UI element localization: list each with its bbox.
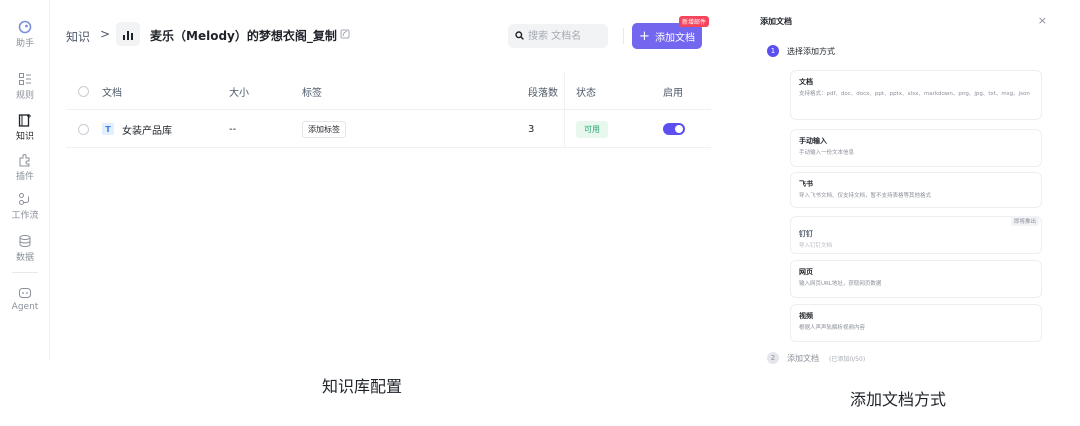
- rail-item-workflow[interactable]: 工作流: [0, 192, 50, 221]
- status-badge: 可用: [576, 120, 608, 138]
- caption-add-methods: 添加文档方式: [850, 390, 947, 409]
- rail-item-rules[interactable]: 规则: [0, 72, 50, 101]
- edit-icon[interactable]: [340, 29, 350, 39]
- left-rail: 助手 规则 知识 插件 工作流 数据 Agent: [0, 0, 50, 360]
- page-header: 知识 > 麦乐（Melody）的梦想衣阁_复制 + 添加文档 新增邮件: [50, 16, 710, 56]
- select-all-checkbox[interactable]: [78, 85, 89, 97]
- assistant-icon: [18, 20, 32, 34]
- option-feishu[interactable]: 飞书 导入飞书文档、仅支持文档，暂不支持表格等其他格式: [790, 172, 1042, 208]
- rail-item-knowledge[interactable]: 知识: [0, 113, 50, 142]
- header-divider: [623, 28, 624, 44]
- option-title: 手动输入: [799, 137, 827, 145]
- step-label: 添加文档: [787, 353, 819, 363]
- table-header-row: 文档 大小 标签 段落数 状态 启用: [66, 72, 711, 110]
- rail-item-plugin[interactable]: 插件: [0, 153, 50, 182]
- document-table: 文档 大小 标签 段落数 状态 启用 T 女装产品库 -- 添加标签 3 可用: [66, 72, 711, 148]
- option-document[interactable]: 文档 支持格式：pdf、doc、docx、ppt、pptx、xlsx、markd…: [790, 70, 1042, 120]
- add-document-label: 添加文档: [654, 32, 695, 44]
- option-title: 文档: [799, 78, 813, 86]
- step-number: 1: [767, 45, 779, 57]
- option-manual-input[interactable]: 手动输入 手动输入一份文本信息: [790, 129, 1042, 167]
- column-header-enabled: 启用: [663, 87, 683, 99]
- column-header-document: 文档: [102, 87, 122, 99]
- option-dingtalk: 即将推出 钉钉 导入钉钉文档: [790, 216, 1042, 254]
- agent-icon: [19, 288, 31, 298]
- workflow-icon: [19, 193, 29, 205]
- coming-soon-badge: 即将推出: [1010, 216, 1039, 226]
- plugin-icon: [19, 154, 30, 167]
- text-document-icon: T: [102, 123, 114, 135]
- close-icon[interactable]: ×: [1038, 14, 1047, 27]
- option-desc: 根据人声声轨解析视频内容: [799, 325, 866, 331]
- table-row[interactable]: T 女装产品库 -- 添加标签 3 可用: [66, 110, 711, 148]
- rail-label: 助手: [15, 39, 34, 49]
- option-title: 钉钉: [799, 230, 813, 238]
- rail-item-assistant[interactable]: 助手: [0, 20, 50, 49]
- column-header-status: 状态: [576, 87, 596, 99]
- bar-chart-icon: [116, 22, 140, 46]
- step-label: 选择添加方式: [787, 46, 835, 56]
- database-icon: [19, 235, 31, 248]
- search-box[interactable]: [508, 24, 608, 48]
- column-header-paragraphs: 段落数: [528, 87, 558, 99]
- option-desc: 导入飞书文档、仅支持文档，暂不支持表格等其他格式: [799, 193, 932, 199]
- new-badge: 新增邮件: [679, 16, 710, 27]
- option-desc: 导入钉钉文档: [799, 243, 833, 249]
- option-webpage[interactable]: 网页 输入网页URL地址，获取网页数据: [790, 260, 1042, 298]
- row-checkbox[interactable]: [78, 123, 89, 135]
- step-note: (已添加0/50): [829, 355, 866, 363]
- add-tag-button[interactable]: 添加标签: [302, 120, 346, 138]
- step-number: 2: [767, 352, 779, 364]
- rules-icon: [19, 73, 31, 85]
- caption-knowledge-config: 知识库配置: [322, 377, 403, 396]
- knowledge-icon: [18, 114, 31, 127]
- step-add-documents: 2 添加文档 (已添加0/50): [767, 352, 865, 364]
- document-size: --: [229, 123, 237, 135]
- rail-item-data[interactable]: 数据: [0, 234, 50, 263]
- plus-icon: +: [639, 28, 650, 44]
- search-input[interactable]: [528, 28, 604, 44]
- column-header-tags: 标签: [302, 87, 322, 99]
- enabled-toggle[interactable]: [663, 123, 685, 135]
- rail-label: 知识: [15, 132, 34, 142]
- rail-label: 工作流: [11, 211, 39, 221]
- step-choose-method: 1 选择添加方式: [767, 45, 835, 57]
- column-header-size: 大小: [229, 87, 249, 99]
- option-desc: 输入网页URL地址，获取网页数据: [799, 281, 882, 287]
- panel-title: 添加文档: [760, 17, 792, 26]
- rail-label: Agent: [11, 302, 39, 312]
- page-title: 麦乐（Melody）的梦想衣阁_复制: [150, 29, 337, 43]
- option-title: 网页: [799, 268, 813, 276]
- rail-label: 规则: [15, 91, 34, 101]
- rail-divider: [12, 272, 38, 273]
- rail-item-agent[interactable]: Agent: [0, 286, 50, 312]
- paragraph-count: 3: [528, 123, 535, 135]
- document-name[interactable]: 女装产品库: [122, 122, 172, 137]
- rail-label: 数据: [15, 253, 34, 263]
- breadcrumb-root[interactable]: 知识: [66, 28, 90, 45]
- option-title: 视频: [799, 312, 813, 320]
- rail-label: 插件: [15, 172, 34, 182]
- option-desc: 支持格式：pdf、doc、docx、ppt、pptx、xlsx、markdown…: [799, 91, 1030, 97]
- add-document-panel: 添加文档 × 1 选择添加方式 文档 支持格式：pdf、doc、docx、ppt…: [755, 10, 1055, 365]
- option-title: 飞书: [799, 180, 813, 188]
- search-icon: [515, 31, 524, 40]
- option-video[interactable]: 视频 根据人声声轨解析视频内容: [790, 304, 1042, 342]
- option-desc: 手动输入一份文本信息: [799, 150, 855, 156]
- breadcrumb-separator: >: [100, 27, 111, 41]
